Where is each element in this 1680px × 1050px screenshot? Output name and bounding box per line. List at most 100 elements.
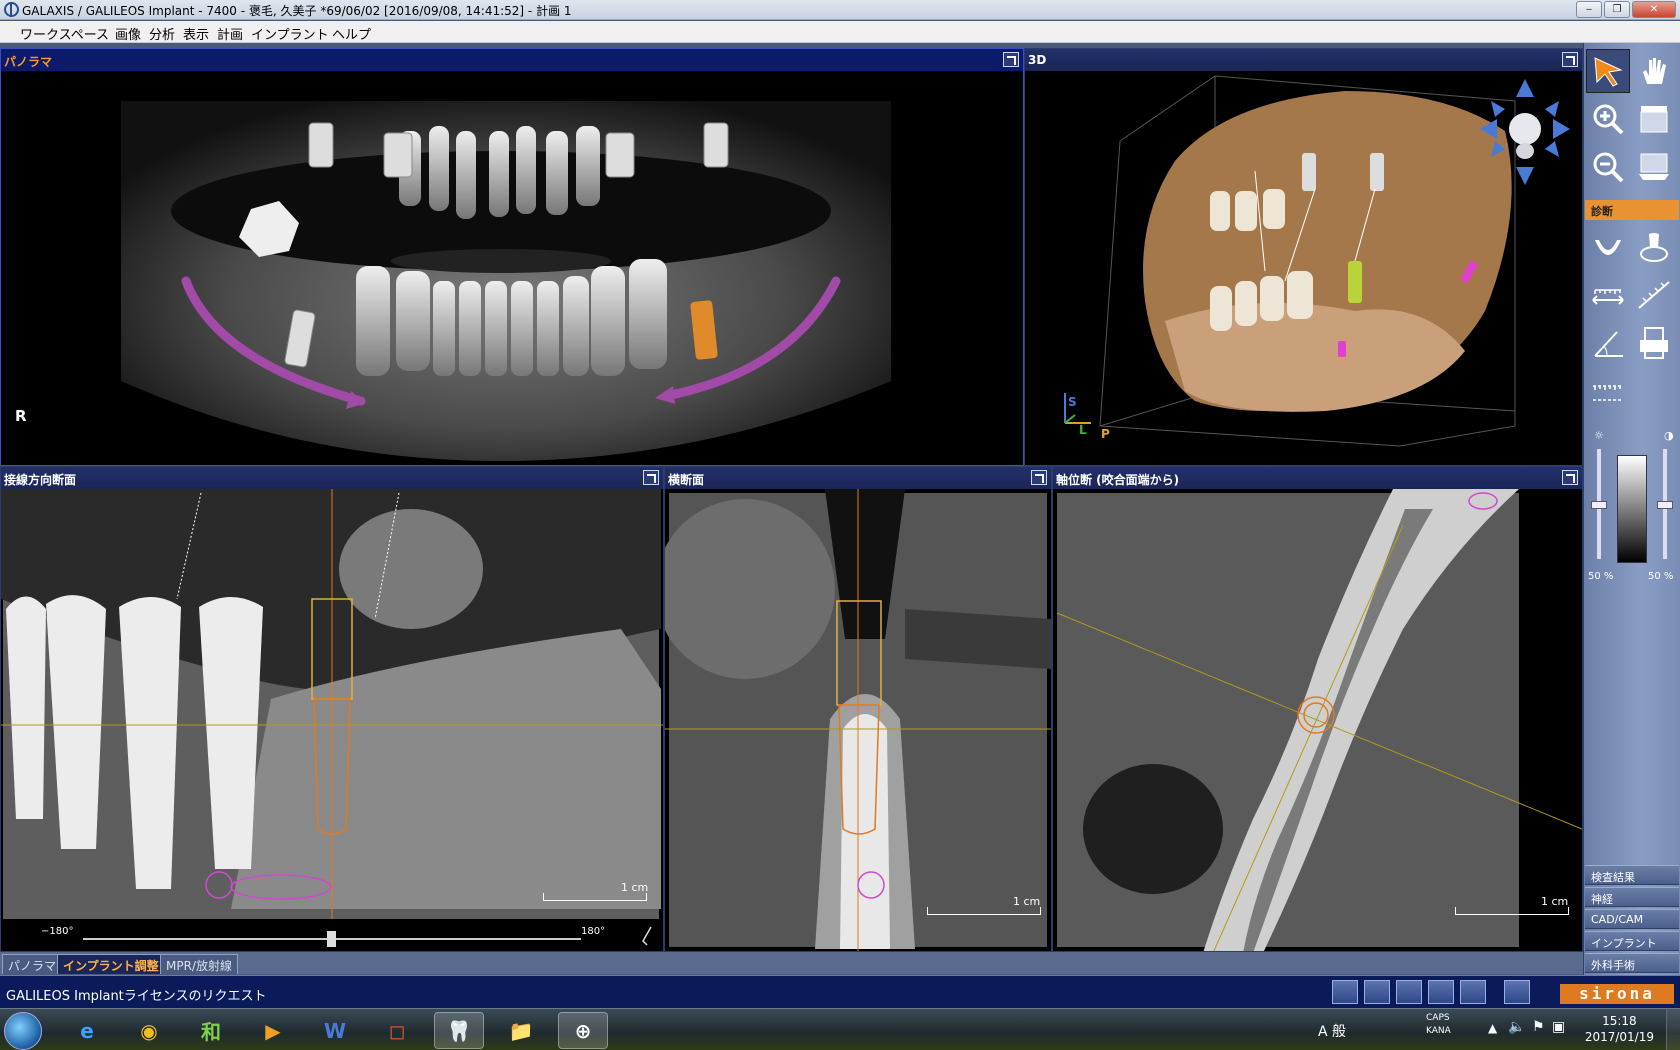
axial-image[interactable]: 1 cm bbox=[1053, 489, 1582, 951]
minimize-button[interactable]: ‒ bbox=[1576, 1, 1602, 18]
chrome-taskbar-icon[interactable]: ◉ bbox=[124, 1012, 174, 1049]
windows-taskbar: e ◉ 和 ▶ W ◻ 🦷 📁 ⊕ A 般 CAPS KANA ▲ 🔈 ⚑ ▣ … bbox=[0, 1008, 1680, 1050]
view-mode-3-icon[interactable] bbox=[1396, 980, 1422, 1004]
galaxis-window: GALAXIS / GALILEOS Implant - 7400 - 褒毛, … bbox=[0, 0, 1680, 1050]
tooth-tool[interactable] bbox=[1632, 225, 1676, 269]
panorama-maximize-icon[interactable] bbox=[1003, 52, 1019, 67]
implant-button[interactable]: インプラント bbox=[1585, 931, 1679, 951]
distance-measure-tool[interactable] bbox=[1586, 273, 1630, 317]
nerve-button[interactable]: 神経 bbox=[1585, 887, 1679, 907]
tangential-scale-bar bbox=[543, 893, 647, 901]
powerpoint-taskbar-icon[interactable]: ◻ bbox=[372, 1012, 422, 1049]
clock-time: 15:18 bbox=[1602, 1014, 1637, 1028]
grid-ruler-icon bbox=[1593, 385, 1623, 401]
cross-image[interactable]: 1 cm bbox=[665, 489, 1051, 951]
brightness-slider-thumb[interactable] bbox=[1591, 501, 1607, 509]
brightness-value: 50 % bbox=[1588, 571, 1614, 582]
cross-scale-bar bbox=[927, 907, 1041, 915]
view3d-render[interactable]: S L P bbox=[1025, 71, 1582, 465]
galaxis-taskbar-icon[interactable]: ⊕ bbox=[558, 1012, 608, 1049]
cross-xray bbox=[665, 489, 1051, 951]
implant-library-icon[interactable] bbox=[1504, 980, 1530, 1004]
explorer-taskbar-icon[interactable]: 📁 bbox=[496, 1012, 546, 1049]
findings-button[interactable]: 検査結果 bbox=[1585, 865, 1679, 885]
pan-hand-tool[interactable] bbox=[1632, 49, 1676, 93]
menu-analysis[interactable]: 分析 bbox=[149, 24, 175, 43]
tangential-panel[interactable]: 接線方向断面 1 cm −180° 180° bbox=[0, 466, 664, 952]
grayscale-gradient-bar bbox=[1617, 455, 1647, 563]
zoom-out-tool[interactable] bbox=[1586, 145, 1630, 189]
tab-mpr-radial[interactable]: MPR/放射線 bbox=[160, 954, 238, 974]
view-mode-5-icon[interactable] bbox=[1460, 980, 1486, 1004]
panorama-panel[interactable]: パノラマ R bbox=[0, 48, 1024, 466]
stack-down-icon bbox=[1639, 153, 1669, 180]
ruler-icon bbox=[1592, 289, 1624, 305]
start-button[interactable] bbox=[4, 1012, 42, 1050]
network-icon[interactable]: ▣ bbox=[1552, 1019, 1565, 1035]
panorama-panel-title: パノラマ bbox=[1, 49, 1023, 71]
contrast-slider-thumb[interactable] bbox=[1657, 501, 1673, 509]
panorama-xray-image bbox=[1, 71, 1023, 465]
curved-measure-tool[interactable] bbox=[1632, 273, 1676, 317]
cross-panel-title: 横断面 bbox=[665, 467, 1051, 489]
layer-up-tool[interactable] bbox=[1632, 97, 1676, 141]
tangential-image[interactable]: 1 cm −180° 180° bbox=[1, 489, 663, 951]
view-mode-2-icon[interactable] bbox=[1364, 980, 1390, 1004]
axial-panel[interactable]: 軸位断 (咬合面端から) 1 cm bbox=[1052, 466, 1583, 952]
ime-app-taskbar-icon[interactable]: 和 bbox=[186, 1012, 236, 1049]
view-mode-4-icon[interactable] bbox=[1428, 980, 1454, 1004]
jaw-curve-icon bbox=[1595, 240, 1621, 255]
cross-panel[interactable]: 横断面 1 cm bbox=[664, 466, 1052, 952]
workspace-tabs: パノラマ インプラント調整 MPR/放射線 bbox=[0, 952, 1583, 974]
caps-indicator: CAPS bbox=[1426, 1013, 1450, 1023]
menu-plan[interactable]: 計画 bbox=[217, 24, 243, 43]
close-button[interactable]: ✕ bbox=[1632, 1, 1676, 18]
axis-l-label: L bbox=[1079, 423, 1087, 437]
layer-down-tool[interactable] bbox=[1632, 145, 1676, 189]
dental-app-taskbar-icon[interactable]: 🦷 bbox=[434, 1012, 484, 1049]
arrow-icon bbox=[1594, 57, 1623, 87]
surgery-button[interactable]: 外科手術 bbox=[1585, 953, 1679, 973]
axial-xray bbox=[1053, 489, 1582, 951]
menu-implant[interactable]: インプラント bbox=[251, 24, 329, 43]
select-arrow-tool[interactable] bbox=[1586, 49, 1630, 93]
panorama-curve-tool[interactable] bbox=[1586, 225, 1630, 269]
panorama-image[interactable]: R bbox=[1, 71, 1023, 465]
action-center-flag-icon[interactable]: ⚑ bbox=[1532, 1019, 1545, 1035]
show-desktop-button[interactable] bbox=[1666, 1009, 1680, 1050]
view3d-maximize-icon[interactable] bbox=[1562, 52, 1578, 67]
axial-maximize-icon[interactable] bbox=[1562, 470, 1578, 485]
view-mode-1-icon[interactable] bbox=[1332, 980, 1358, 1004]
media-player-taskbar-icon[interactable]: ▶ bbox=[248, 1012, 298, 1049]
side-marker-r: R bbox=[15, 407, 27, 425]
tangential-maximize-icon[interactable] bbox=[643, 470, 659, 485]
zoom-out-icon bbox=[1593, 152, 1624, 183]
restore-button[interactable]: ❐ bbox=[1604, 1, 1630, 18]
axial-panel-title: 軸位断 (咬合面端から) bbox=[1053, 467, 1582, 489]
cad-cam-button[interactable]: CAD/CAM bbox=[1585, 909, 1679, 929]
tooth-icon bbox=[1640, 233, 1668, 262]
ime-indicator[interactable]: A 般 bbox=[1318, 1021, 1346, 1041]
tangential-panel-title: 接線方向断面 bbox=[1, 467, 663, 489]
volume-icon[interactable]: 🔈 bbox=[1508, 1019, 1525, 1035]
angle-measure-tool[interactable] bbox=[1586, 321, 1630, 365]
taskbar-clock[interactable]: 15:18 2017/01/19 bbox=[1585, 1013, 1654, 1045]
word-taskbar-icon[interactable]: W bbox=[310, 1012, 360, 1049]
tab-implant-adjust[interactable]: インプラント調整 bbox=[57, 954, 165, 974]
contrast-value: 50 % bbox=[1648, 571, 1674, 582]
zoom-in-icon bbox=[1593, 104, 1624, 135]
print-tool[interactable] bbox=[1632, 321, 1676, 365]
menu-workspace[interactable]: ワークスペース bbox=[20, 24, 109, 43]
menu-image[interactable]: 画像 bbox=[115, 24, 141, 43]
tab-panorama[interactable]: パノラマ bbox=[2, 954, 63, 974]
grid-measure-tool[interactable] bbox=[1586, 369, 1630, 413]
show-hidden-icons[interactable]: ▲ bbox=[1488, 1021, 1497, 1035]
status-message: GALILEOS Implantライセンスのリクエスト bbox=[6, 989, 267, 1004]
menu-view[interactable]: 表示 bbox=[183, 24, 209, 43]
view3d-panel[interactable]: 3D S L P bbox=[1024, 48, 1583, 466]
cross-maximize-icon[interactable] bbox=[1031, 470, 1047, 485]
ie-taskbar-icon[interactable]: e bbox=[62, 1012, 112, 1049]
angle-icon bbox=[1594, 331, 1623, 357]
menu-help[interactable]: ヘルプ bbox=[332, 24, 371, 43]
zoom-in-tool[interactable] bbox=[1586, 97, 1630, 141]
